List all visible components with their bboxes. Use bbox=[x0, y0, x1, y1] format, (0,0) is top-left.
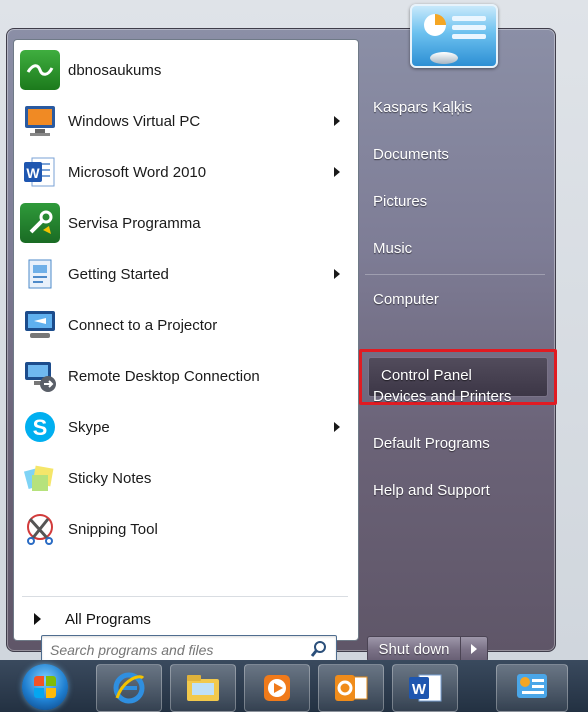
service-tool-icon bbox=[20, 203, 60, 243]
control-panel-label: Control Panel bbox=[381, 367, 472, 384]
documents-link[interactable]: Documents bbox=[373, 146, 449, 170]
arrow-right-icon bbox=[471, 644, 477, 654]
program-snipping-tool[interactable]: Snipping Tool bbox=[20, 505, 350, 553]
program-label: Windows Virtual PC bbox=[68, 112, 201, 130]
pie-chart-icon bbox=[424, 14, 446, 36]
shutdown-options-button[interactable] bbox=[461, 636, 488, 662]
user-name-link[interactable]: Kaspars Kaļķis bbox=[373, 99, 472, 123]
svg-text:W: W bbox=[412, 681, 427, 698]
svg-text:S: S bbox=[33, 415, 48, 440]
search-input[interactable] bbox=[48, 639, 302, 661]
program-microsoft-word-2010[interactable]: W Microsoft Word 2010 bbox=[20, 148, 350, 196]
start-orb[interactable] bbox=[22, 664, 68, 710]
submenu-arrow-icon[interactable] bbox=[334, 116, 340, 126]
music-link[interactable]: Music bbox=[373, 240, 412, 264]
sticky-notes-icon bbox=[20, 458, 60, 498]
program-dbnosaukums[interactable]: dbnosaukums bbox=[20, 46, 350, 94]
windows-logo-icon bbox=[34, 676, 56, 698]
devices-and-printers-link[interactable]: Devices and Printers bbox=[373, 388, 511, 412]
program-label: dbnosaukums bbox=[68, 61, 162, 79]
shutdown-button[interactable]: Shut down bbox=[367, 636, 461, 662]
program-label: Getting Started bbox=[68, 265, 169, 283]
program-getting-started[interactable]: Getting Started bbox=[20, 250, 350, 298]
user-picture[interactable] bbox=[410, 4, 498, 68]
projector-icon bbox=[20, 305, 60, 345]
control-panel-bars-icon bbox=[452, 16, 486, 43]
internet-explorer-icon bbox=[113, 672, 145, 704]
program-label: Connect to a Projector bbox=[68, 316, 218, 334]
triangle-right-icon bbox=[34, 613, 41, 625]
word-icon: W bbox=[409, 674, 442, 702]
pictures-link[interactable]: Pictures bbox=[373, 193, 427, 217]
all-programs-button[interactable]: All Programs bbox=[34, 608, 151, 630]
taskbar: W bbox=[0, 660, 588, 712]
snipping-tool-icon bbox=[20, 509, 60, 549]
taskbar-outlook[interactable] bbox=[318, 664, 384, 712]
taskbar-internet-explorer[interactable] bbox=[96, 664, 162, 712]
skype-icon: S bbox=[20, 407, 60, 447]
taskbar-windows-explorer[interactable] bbox=[170, 664, 236, 712]
program-skype[interactable]: S Skype bbox=[20, 403, 350, 451]
submenu-arrow-icon[interactable] bbox=[334, 167, 340, 177]
submenu-arrow-icon[interactable] bbox=[334, 422, 340, 432]
taskbar-control-panel[interactable] bbox=[496, 664, 568, 712]
programs-panel: dbnosaukums Windows Virtual PC W Microso… bbox=[13, 39, 359, 641]
getting-started-icon bbox=[20, 254, 60, 294]
program-label: Microsoft Word 2010 bbox=[68, 163, 207, 181]
remote-desktop-icon bbox=[20, 356, 60, 396]
taskbar-word[interactable]: W bbox=[392, 664, 458, 712]
program-connect-to-projector[interactable]: Connect to a Projector bbox=[20, 301, 350, 349]
program-remote-desktop-connection[interactable]: Remote Desktop Connection bbox=[20, 352, 350, 400]
program-label: Skype bbox=[68, 418, 110, 436]
all-programs-label: All Programs bbox=[65, 610, 151, 628]
media-player-icon bbox=[264, 675, 290, 701]
start-menu: dbnosaukums Windows Virtual PC W Microso… bbox=[6, 28, 557, 663]
outlook-icon bbox=[335, 675, 368, 701]
separator bbox=[365, 274, 545, 275]
svg-text:W: W bbox=[26, 165, 40, 181]
taskbar-media-player[interactable] bbox=[244, 664, 310, 712]
program-label: Snipping Tool bbox=[68, 520, 158, 538]
program-label: Remote Desktop Connection bbox=[68, 367, 260, 385]
control-panel-icon bbox=[517, 674, 547, 698]
submenu-arrow-icon[interactable] bbox=[334, 269, 340, 279]
program-label: Sticky Notes bbox=[68, 469, 152, 487]
stand-icon bbox=[430, 52, 458, 64]
help-and-support-link[interactable]: Help and Support bbox=[373, 482, 490, 506]
shutdown-group: Shut down bbox=[367, 636, 488, 662]
default-programs-link[interactable]: Default Programs bbox=[373, 435, 490, 459]
word-icon: W bbox=[20, 152, 60, 192]
program-servisa-programma[interactable]: Servisa Programma bbox=[20, 199, 350, 247]
program-label: Servisa Programma bbox=[68, 214, 201, 232]
program-sticky-notes[interactable]: Sticky Notes bbox=[20, 454, 350, 502]
explorer-icon bbox=[187, 675, 219, 701]
computer-link[interactable]: Computer bbox=[373, 291, 439, 315]
separator bbox=[22, 596, 348, 597]
search-box[interactable] bbox=[41, 635, 337, 663]
wave-app-icon bbox=[20, 50, 60, 90]
program-windows-virtual-pc[interactable]: Windows Virtual PC bbox=[20, 97, 350, 145]
virtual-pc-icon bbox=[20, 101, 60, 141]
